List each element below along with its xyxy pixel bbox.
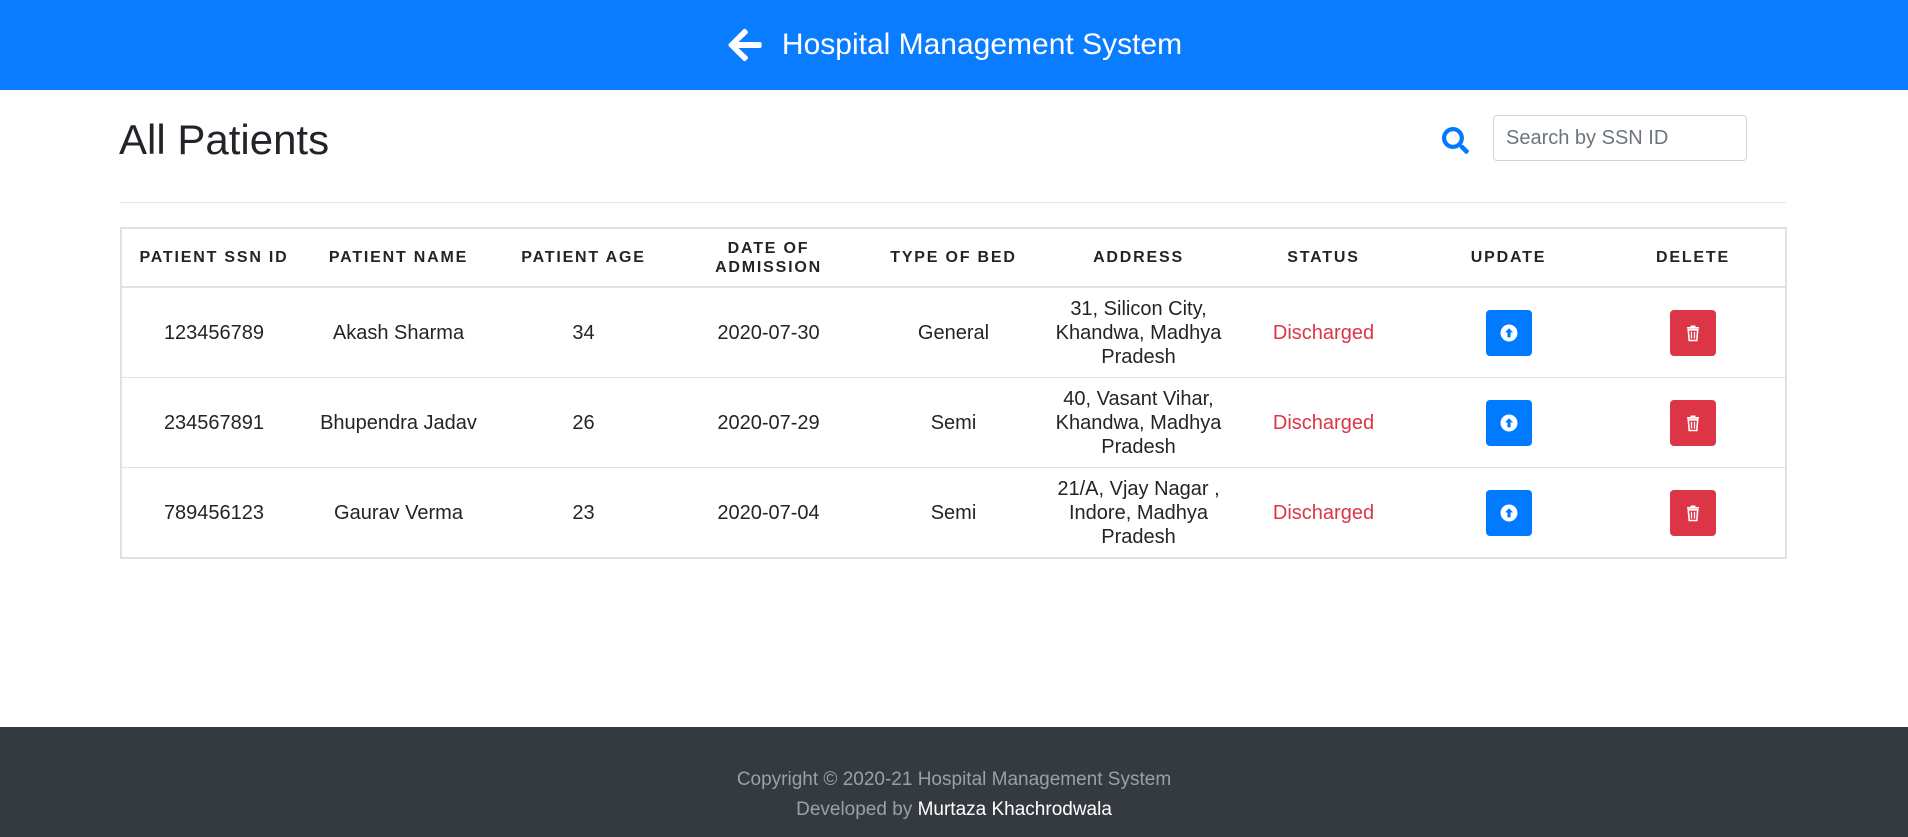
table-row: 123456789 Akash Sharma 34 2020-07-30 Gen… (121, 286, 1786, 378)
cell-age: 34 (491, 286, 676, 378)
top-navbar: Hospital Management System (0, 0, 1908, 90)
trash-icon (1687, 505, 1699, 521)
table-header-row: PATIENT SSN ID PATIENT NAME PATIENT AGE … (121, 228, 1786, 288)
table-row: 789456123 Gaurav Verma 23 2020-07-04 Sem… (121, 467, 1786, 558)
cell-status: Discharged (1231, 377, 1416, 468)
cell-date-of-admission: 2020-07-04 (676, 467, 861, 558)
trash-icon (1687, 415, 1699, 431)
arrow-circle-up-icon (1500, 414, 1517, 431)
search-ssn-input[interactable] (1493, 115, 1747, 161)
patients-table-wrapper: PATIENT SSN ID PATIENT NAME PATIENT AGE … (120, 227, 1787, 559)
table-row: 234567891 Bhupendra Jadav 26 2020-07-29 … (121, 377, 1786, 468)
cell-address: 40, Vasant Vihar, Khandwa, Madhya Prades… (1046, 377, 1231, 468)
cell-ssn: 789456123 (121, 467, 306, 558)
column-header-name: PATIENT NAME (306, 228, 491, 288)
cell-date-of-admission: 2020-07-30 (676, 286, 861, 378)
arrow-circle-up-icon (1500, 324, 1517, 341)
patients-table: PATIENT SSN ID PATIENT NAME PATIENT AGE … (120, 227, 1787, 559)
cell-age: 23 (491, 467, 676, 558)
cell-address: 31, Silicon City, Khandwa, Madhya Prades… (1046, 286, 1231, 378)
arrow-circle-up-icon (1500, 504, 1517, 521)
footer-developer-link[interactable]: Murtaza Khachrodwala (918, 799, 1112, 820)
cell-delete (1601, 286, 1786, 378)
column-header-ssn: PATIENT SSN ID (121, 228, 306, 288)
app-title: Hospital Management System (781, 28, 1183, 61)
cell-ssn: 123456789 (121, 286, 306, 378)
cell-status: Discharged (1231, 467, 1416, 558)
column-header-status: STATUS (1231, 228, 1416, 288)
column-header-delete: DELETE (1601, 228, 1786, 288)
column-header-update: UPDATE (1416, 228, 1601, 288)
update-button[interactable] (1485, 489, 1532, 536)
update-button[interactable] (1485, 399, 1532, 446)
cell-update (1416, 467, 1601, 558)
cell-delete (1601, 377, 1786, 468)
update-button[interactable] (1485, 309, 1532, 356)
column-header-type-of-bed: TYPE OF BED (861, 228, 1046, 288)
page-title: All Patients (119, 116, 330, 163)
search-icon[interactable] (1442, 127, 1469, 154)
footer-developer-credit: Developed by Murtaza Khachrodwala (0, 799, 1908, 821)
cell-type-of-bed: General (861, 286, 1046, 378)
cell-ssn: 234567891 (121, 377, 306, 468)
arrow-left-icon[interactable] (726, 26, 764, 64)
cell-status: Discharged (1231, 286, 1416, 378)
column-header-age: PATIENT AGE (491, 228, 676, 288)
cell-update (1416, 377, 1601, 468)
cell-address: 21/A, Vjay Nagar , Indore, Madhya Prades… (1046, 467, 1231, 558)
trash-icon (1687, 325, 1699, 341)
column-header-date-of-admission: DATE OF ADMISSION (676, 228, 861, 288)
cell-name: Gaurav Verma (306, 467, 491, 558)
delete-button[interactable] (1670, 399, 1716, 446)
cell-age: 26 (491, 377, 676, 468)
column-header-address: ADDRESS (1046, 228, 1231, 288)
cell-delete (1601, 467, 1786, 558)
cell-type-of-bed: Semi (861, 467, 1046, 558)
cell-date-of-admission: 2020-07-29 (676, 377, 861, 468)
cell-update (1416, 286, 1601, 378)
cell-name: Bhupendra Jadav (306, 377, 491, 468)
cell-name: Akash Sharma (306, 286, 491, 378)
navbar-brand: Hospital Management System (726, 26, 1182, 64)
cell-type-of-bed: Semi (861, 377, 1046, 468)
footer: Copyright © 2020-21 Hospital Management … (0, 727, 1908, 837)
header-divider (119, 202, 1786, 203)
footer-copyright: Copyright © 2020-21 Hospital Management … (736, 769, 1172, 790)
delete-button[interactable] (1670, 489, 1716, 536)
delete-button[interactable] (1670, 309, 1716, 356)
footer-developed-by-label: Developed by (796, 799, 913, 820)
